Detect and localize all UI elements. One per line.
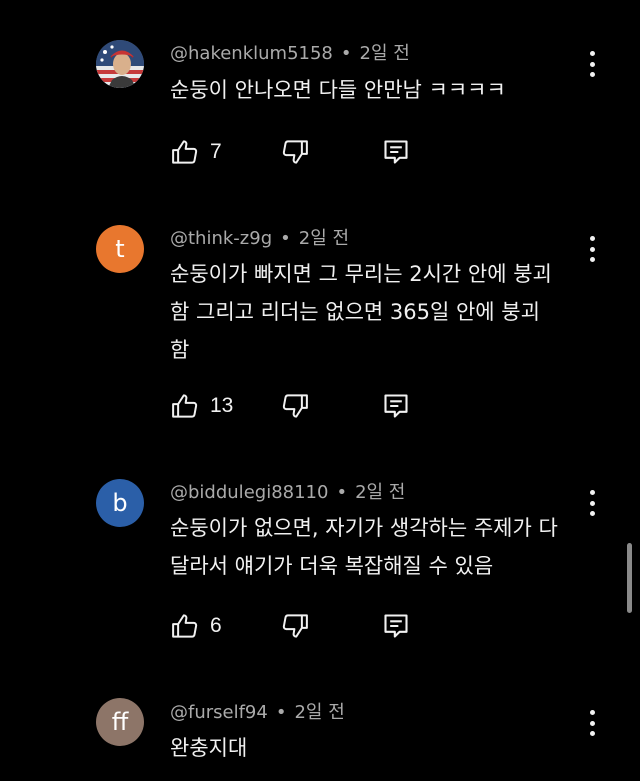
reply-button[interactable] bbox=[382, 390, 410, 422]
avatar[interactable]: t bbox=[96, 225, 144, 273]
more-options-button[interactable] bbox=[580, 708, 604, 738]
like-button[interactable]: 7 bbox=[170, 136, 222, 168]
more-vert-icon bbox=[589, 236, 595, 241]
separator-dot: • bbox=[336, 482, 348, 503]
separator-dot: • bbox=[275, 702, 287, 723]
thumb-up-icon bbox=[172, 614, 198, 638]
comment-time: 2일 전 bbox=[298, 228, 350, 249]
thumb-down-icon bbox=[282, 140, 308, 164]
author-handle[interactable]: @hakenklum5158 bbox=[170, 43, 333, 64]
avatar[interactable] bbox=[96, 40, 144, 88]
comment-header: @hakenklum5158 • 2일 전 bbox=[170, 43, 410, 65]
more-vert-icon bbox=[589, 710, 595, 715]
comment-text: 순둥이가 빠지면 그 무리는 2시간 안에 붕괴 함 그리고 리더는 없으면 3… bbox=[170, 262, 552, 362]
author-handle[interactable]: @biddulegi88110 bbox=[170, 482, 328, 503]
thumb-up-icon bbox=[172, 394, 198, 418]
dislike-button[interactable] bbox=[280, 610, 310, 642]
more-vert-icon bbox=[589, 490, 595, 495]
comment-text: 완충지대 bbox=[170, 736, 248, 760]
like-count: 6 bbox=[210, 614, 222, 637]
separator-dot: • bbox=[280, 228, 291, 249]
more-options-button[interactable] bbox=[580, 49, 604, 79]
like-button[interactable]: 13 bbox=[170, 390, 233, 422]
like-count: 13 bbox=[210, 394, 234, 417]
scrollbar-thumb[interactable] bbox=[627, 543, 632, 613]
reply-button[interactable] bbox=[382, 136, 410, 168]
avatar-photo-icon bbox=[96, 40, 144, 88]
comment-actions: 13 bbox=[170, 390, 430, 422]
dislike-button[interactable] bbox=[280, 136, 310, 168]
author-handle[interactable]: @furself94 bbox=[170, 702, 268, 723]
separator-dot: • bbox=[340, 43, 352, 64]
avatar[interactable]: ff bbox=[96, 698, 144, 746]
thumb-up-icon bbox=[172, 140, 198, 164]
comment-actions: 7 bbox=[170, 136, 430, 168]
reply-button[interactable] bbox=[382, 610, 410, 642]
comment-header: @biddulegi88110 • 2일 전 bbox=[170, 482, 405, 504]
comment-header: @think-z9g • 2일 전 bbox=[170, 228, 349, 250]
comment-time: 2일 전 bbox=[359, 43, 410, 64]
comment-text: 순둥이가 없으면, 자기가 생각하는 주제가 다 달라서 얘기가 더욱 복잡해질… bbox=[170, 516, 558, 578]
reply-icon bbox=[384, 614, 408, 638]
comment-text: 순둥이 안나오면 다들 안만남 ㅋㅋㅋㅋ bbox=[170, 78, 506, 102]
author-handle[interactable]: @think-z9g bbox=[170, 228, 272, 249]
comment-time: 2일 전 bbox=[294, 702, 345, 723]
comment-actions: 6 bbox=[170, 610, 430, 642]
thumb-down-icon bbox=[282, 614, 308, 638]
more-vert-icon bbox=[589, 51, 595, 56]
avatar[interactable]: b bbox=[96, 479, 144, 527]
thumb-down-icon bbox=[282, 394, 308, 418]
more-options-button[interactable] bbox=[580, 488, 604, 518]
comment-header: @furself94 • 2일 전 bbox=[170, 702, 345, 724]
like-count: 7 bbox=[210, 140, 222, 163]
comment-time: 2일 전 bbox=[355, 482, 406, 503]
more-options-button[interactable] bbox=[580, 234, 604, 264]
like-button[interactable]: 6 bbox=[170, 610, 222, 642]
reply-icon bbox=[384, 140, 408, 164]
dislike-button[interactable] bbox=[280, 390, 310, 422]
reply-icon bbox=[384, 394, 408, 418]
